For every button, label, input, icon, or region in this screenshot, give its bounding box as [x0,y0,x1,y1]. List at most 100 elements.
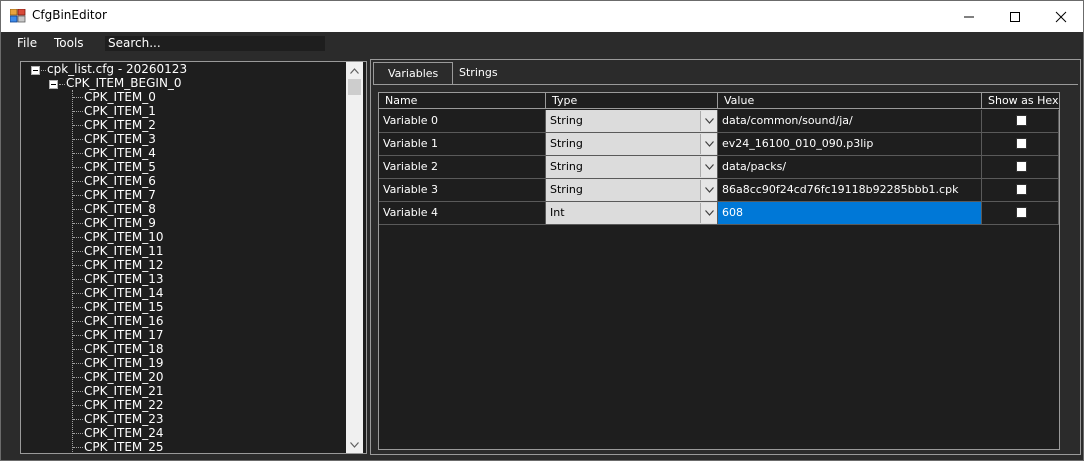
chevron-down-icon [350,441,359,448]
tree-line [72,90,73,453]
tree-node-group[interactable]: CPK_ITEM_BEGIN_0 [66,76,182,90]
dropdown-button[interactable] [700,134,717,154]
tree-node-item[interactable]: CPK_ITEM_9 [84,216,156,230]
window-title: CfgBinEditor [32,8,107,22]
type-dropdown[interactable]: String [546,110,718,133]
header-value[interactable]: Value [718,93,982,109]
tree-view[interactable]: cpk_list.cfg - 20260123 CPK_ITEM_BEGIN_0 C… [20,61,367,454]
cell-name[interactable]: Variable 1 [379,133,546,156]
cell-name[interactable]: Variable 4 [379,202,546,225]
scroll-thumb[interactable] [348,79,361,95]
tree-line [73,405,83,406]
hex-checkbox[interactable] [1016,138,1027,149]
dropdown-button[interactable] [700,111,717,131]
tree-node-item[interactable]: CPK_ITEM_21 [84,384,164,398]
tree-line [73,111,83,112]
collapse-icon[interactable] [31,66,40,75]
tree-node-item[interactable]: CPK_ITEM_2 [84,118,156,132]
scroll-down-button[interactable] [346,436,363,453]
tree-line [73,363,83,364]
tree-node-item[interactable]: CPK_ITEM_0 [84,90,156,104]
cell-name[interactable]: Variable 3 [379,179,546,202]
tree-node-item[interactable]: CPK_ITEM_24 [84,426,164,440]
tree-line [73,167,83,168]
cell-value[interactable]: ev24_16100_010_090.p3lip [718,133,982,156]
hex-checkbox[interactable] [1016,207,1027,218]
minimize-button[interactable] [946,1,992,32]
header-type[interactable]: Type [546,93,718,109]
tree-node-item[interactable]: CPK_ITEM_13 [84,272,164,286]
tree-line [73,419,83,420]
tab-variables[interactable]: Variables [373,62,454,84]
hex-checkbox[interactable] [1016,115,1027,126]
dropdown-button[interactable] [700,180,717,200]
tree-node-item[interactable]: CPK_ITEM_14 [84,286,164,300]
tree-node-item[interactable]: CPK_ITEM_6 [84,174,156,188]
hex-checkbox[interactable] [1016,184,1027,195]
type-dropdown-value: String [550,183,583,196]
tree-node-item[interactable]: CPK_ITEM_8 [84,202,156,216]
maximize-icon [1010,11,1020,22]
cell-name[interactable]: Variable 2 [379,156,546,179]
collapse-icon[interactable] [49,80,58,89]
cell-name[interactable]: Variable 0 [379,110,546,133]
tree-line [73,195,83,196]
tree-node-item[interactable]: CPK_ITEM_1 [84,104,156,118]
scroll-up-button[interactable] [346,62,363,79]
tree-node-item[interactable]: CPK_ITEM_19 [84,356,164,370]
type-dropdown[interactable]: String [546,156,718,179]
type-dropdown[interactable]: Int [546,202,718,225]
app-icon [10,9,26,23]
type-dropdown[interactable]: String [546,179,718,202]
close-button[interactable] [1038,1,1084,32]
tree-line [73,321,83,322]
type-dropdown[interactable]: String [546,133,718,156]
tree-line [73,181,83,182]
tree-node-item[interactable]: CPK_ITEM_22 [84,398,164,412]
menu-file[interactable]: File [17,36,37,50]
dropdown-button[interactable] [700,157,717,177]
dropdown-button[interactable] [700,203,717,223]
tree-node-item[interactable]: CPK_ITEM_5 [84,160,156,174]
tree-line [59,84,65,85]
header-show-as-hex[interactable]: Show as Hex [982,93,1059,109]
grid-row[interactable]: Variable 1 String ev24_16100_010_090.p3lip [379,133,1059,156]
cell-value[interactable]: data/packs/ [718,156,982,179]
tree-node-item[interactable]: CPK_ITEM_18 [84,342,164,356]
grid-row[interactable]: Variable 2 String data/packs/ [379,156,1059,179]
tree-node-item[interactable]: CPK_ITEM_10 [84,230,164,244]
tree-node-item[interactable]: CPK_ITEM_7 [84,188,156,202]
hex-checkbox[interactable] [1016,161,1027,172]
cell-value[interactable]: 86a8cc90f24cd76fc19118b92285bbb1.cpk [718,179,982,202]
tree-scrollbar[interactable] [346,62,363,453]
tab-strings[interactable]: Strings [445,62,512,84]
tree-node-item[interactable]: CPK_ITEM_3 [84,132,156,146]
tree-node-item[interactable]: CPK_ITEM_25 [84,440,164,453]
tree-node-root[interactable]: cpk_list.cfg - 20260123 [47,62,187,76]
menu-tools[interactable]: Tools [54,36,84,50]
tree-line [73,349,83,350]
tree-line [73,153,83,154]
title-bar[interactable]: CfgBinEditor [1,1,1083,32]
search-input[interactable]: Search... [105,36,325,51]
chevron-down-icon [704,118,714,124]
tree-node-item[interactable]: CPK_ITEM_20 [84,370,164,384]
tree-node-item[interactable]: CPK_ITEM_17 [84,328,164,342]
tree-node-item[interactable]: CPK_ITEM_15 [84,300,164,314]
tree-line [73,335,83,336]
maximize-button[interactable] [992,1,1038,32]
grid-row[interactable]: Variable 3 String 86a8cc90f24cd76fc19118b9… [379,179,1059,202]
header-name[interactable]: Name [379,93,546,109]
tree-node-item[interactable]: CPK_ITEM_11 [84,244,164,258]
grid-row[interactable]: Variable 0 String data/common/sound/ja/ [379,110,1059,133]
tree-line [73,447,83,448]
cell-value[interactable]: 608 [718,202,982,225]
tree-line [73,139,83,140]
tree-node-item[interactable]: CPK_ITEM_12 [84,258,164,272]
tree-node-item[interactable]: CPK_ITEM_4 [84,146,156,160]
tree-node-item[interactable]: CPK_ITEM_23 [84,412,164,426]
cell-value[interactable]: data/common/sound/ja/ [718,110,982,133]
tree-node-item[interactable]: CPK_ITEM_16 [84,314,164,328]
grid-row[interactable]: Variable 4 Int 608 [379,202,1059,225]
variables-grid[interactable]: Name Type Value Show as Hex Variable 0 St… [378,92,1060,450]
